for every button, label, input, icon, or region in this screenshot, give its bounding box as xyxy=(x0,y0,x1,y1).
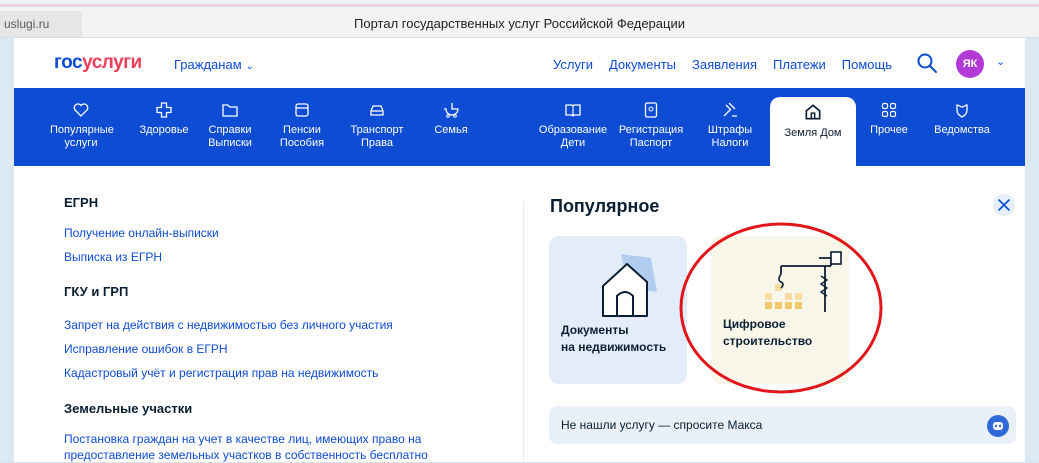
close-icon xyxy=(998,199,1010,211)
nav-services[interactable]: Услуги xyxy=(553,57,593,72)
cat-label-1: Ведомства xyxy=(934,124,990,136)
cat-label-2: Налоги xyxy=(711,137,749,149)
chevron-down-icon: ⌄ xyxy=(245,61,255,72)
card1-line1: Документы xyxy=(561,323,629,337)
medical-cross-icon xyxy=(156,102,172,118)
robot-assistant-icon xyxy=(987,415,1009,437)
link-egrn-extract[interactable]: Выписка из ЕГРН xyxy=(64,249,162,265)
stroller-icon xyxy=(444,103,459,118)
gosuslugi-logo[interactable]: госуслуги xyxy=(54,52,142,74)
cat-health[interactable]: Здоровье xyxy=(139,88,189,166)
passport-icon xyxy=(644,102,658,118)
citizens-dropdown[interactable]: Гражданам ⌄ xyxy=(174,57,254,72)
browser-titlebar: Портал государственных услуг Российской … xyxy=(0,11,1039,38)
link-line-1: Постановка граждан на учет в качестве ли… xyxy=(64,432,422,446)
nav-help[interactable]: Помощь xyxy=(842,57,892,72)
car-icon xyxy=(370,105,384,116)
link-line-2: предоставление земельных участков в собс… xyxy=(64,448,428,462)
nav-applications[interactable]: Заявления xyxy=(692,57,757,72)
top-stripe xyxy=(0,0,1039,11)
link-fix-egrn-errors[interactable]: Исправление ошибок в ЕГРН xyxy=(64,341,228,357)
cat-land-house[interactable]: Земля Дом xyxy=(770,97,856,166)
close-button[interactable] xyxy=(993,194,1015,216)
cat-label-1: Справки xyxy=(208,124,252,136)
cat-label-2: Паспорт xyxy=(629,137,673,149)
cat-label-1: Здоровье xyxy=(139,124,189,136)
cat-label-1: Транспорт xyxy=(350,124,404,136)
card-label-documents: Документы на недвижимость xyxy=(561,322,666,356)
cat-certificates[interactable]: Справки Выписки xyxy=(200,88,260,166)
popular-title: Популярное xyxy=(550,196,660,216)
book-icon xyxy=(565,104,581,117)
card1-line2: на недвижимость xyxy=(561,340,667,354)
cat-label-2: услуги xyxy=(64,137,98,149)
column-divider xyxy=(523,202,524,462)
cat-education[interactable]: Образование Дети xyxy=(536,88,610,166)
link-ban-without-presence[interactable]: Запрет на действия с недвижимостью без л… xyxy=(64,317,393,333)
nav-documents[interactable]: Документы xyxy=(609,57,676,72)
citizens-label: Гражданам xyxy=(174,57,242,72)
cat-transport[interactable]: Транспорт Права xyxy=(342,88,412,166)
section-gku-title: ГКУ и ГРП xyxy=(64,284,129,299)
cat-label-2: Дети xyxy=(560,137,586,149)
url-chip[interactable]: uslugi.ru xyxy=(0,11,82,37)
card-property-documents[interactable]: Документы на недвижимость xyxy=(549,236,687,384)
gavel-icon xyxy=(723,102,737,117)
cat-label-1: Прочее xyxy=(870,124,908,136)
top-navigation: Услуги Документы Заявления Платежи Помощ… xyxy=(553,57,892,72)
category-bar: Популярные услуги Здоровье Справки Выпис… xyxy=(14,88,1025,166)
link-land-free-allocation[interactable]: Постановка граждан на учет в качестве ли… xyxy=(64,431,428,463)
section-land-title: Земельные участки xyxy=(64,401,193,416)
cat-popular[interactable]: Популярные услуги xyxy=(50,88,114,166)
cat-label-1: Пенсии xyxy=(283,124,321,136)
link-online-extract[interactable]: Получение онлайн-выписки xyxy=(64,225,219,241)
heart-icon xyxy=(73,103,89,117)
logo-part-uslugi: услуги xyxy=(82,52,142,73)
cat-label-1: Регистрация xyxy=(618,124,684,136)
section-egrn-title: ЕГРН xyxy=(64,195,99,210)
cat-label-1: Штрафы xyxy=(707,124,753,136)
cat-label-1: Образование xyxy=(538,124,608,136)
logo-part-gos: гос xyxy=(54,52,83,73)
cat-family[interactable]: Семья xyxy=(426,88,476,166)
nav-payments[interactable]: Платежи xyxy=(773,57,826,72)
search-icon[interactable] xyxy=(916,52,938,74)
emblem-icon xyxy=(956,104,968,118)
red-highlight-circle xyxy=(679,222,883,394)
cat-registration[interactable]: Регистрация Паспорт xyxy=(616,88,686,166)
cat-label-2: Выписки xyxy=(208,137,252,149)
cat-label-1: Семья xyxy=(434,124,468,136)
cat-label-2: Пособия xyxy=(279,137,325,149)
wallet-icon xyxy=(295,103,309,117)
site-header: госуслуги Гражданам ⌄ Услуги Документы За… xyxy=(14,38,1025,88)
folder-icon xyxy=(222,104,238,117)
cat-label-1: Земля Дом xyxy=(784,127,842,139)
cat-other[interactable]: Прочее xyxy=(864,88,914,166)
cat-agencies[interactable]: Ведомства xyxy=(929,88,995,166)
ask-max-bar[interactable]: Не нашли услугу — спросите Макса xyxy=(549,406,1016,444)
left-edge xyxy=(0,0,14,462)
ask-max-text: Не нашли услугу — спросите Макса xyxy=(561,418,763,432)
house-document-icon xyxy=(602,254,657,317)
window-title: Портал государственных услуг Российской … xyxy=(354,16,685,31)
cat-pensions[interactable]: Пенсии Пособия xyxy=(272,88,332,166)
chevron-down-icon[interactable]: ⌄ xyxy=(996,55,1005,68)
cat-label-1: Популярные xyxy=(50,124,114,136)
right-edge xyxy=(1025,0,1039,462)
cat-label-2: Права xyxy=(361,137,393,149)
avatar[interactable]: ЯК xyxy=(956,50,984,78)
grid-icon xyxy=(881,102,897,118)
screenshot-frame: Портал государственных услуг Российской … xyxy=(0,0,1039,462)
house-icon xyxy=(805,104,821,120)
cat-fines[interactable]: Штрафы Налоги xyxy=(702,88,758,166)
link-cadastral-registration[interactable]: Кадастровый учёт и регистрация прав на н… xyxy=(64,365,378,381)
